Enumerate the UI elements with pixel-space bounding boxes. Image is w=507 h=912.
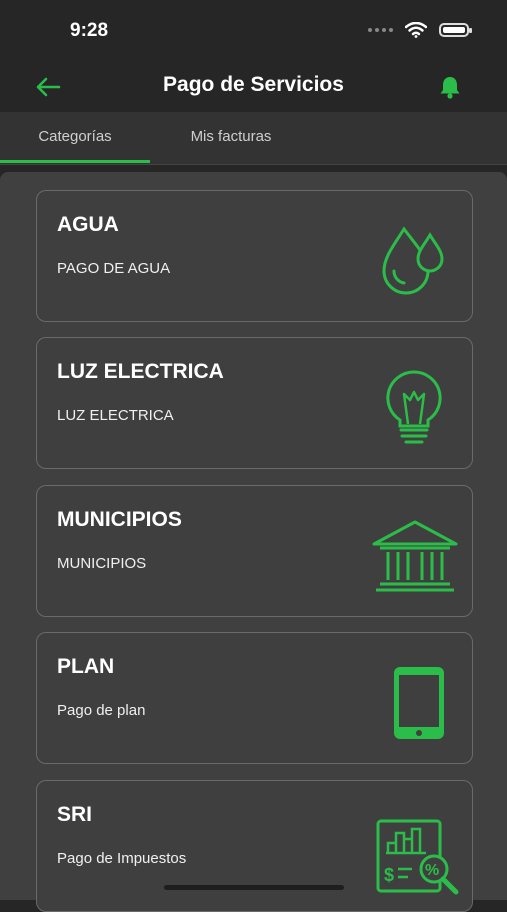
category-card-agua[interactable]: AGUA PAGO DE AGUA: [36, 190, 473, 322]
svg-text:$: $: [384, 865, 394, 885]
svg-text:%: %: [425, 862, 439, 879]
app-header: Pago de Servicios: [0, 62, 507, 112]
tab-categorias[interactable]: Categorías: [0, 112, 150, 164]
page-title: Pago de Servicios: [163, 73, 344, 96]
category-list: AGUA PAGO DE AGUA LUZ ELECTRICA LUZ ELEC…: [0, 172, 507, 912]
card-subtitle: Pago de plan: [57, 702, 146, 719]
category-card-luz-electrica[interactable]: LUZ ELECTRICA LUZ ELECTRICA: [36, 337, 473, 469]
bell-icon[interactable]: [437, 74, 463, 100]
battery-icon: [439, 23, 472, 37]
card-title: MUNICIPIOS: [57, 508, 182, 531]
lightbulb-icon: [386, 370, 442, 444]
tab-bar: Categorías Mis facturas: [0, 112, 507, 165]
active-tab-indicator: [0, 160, 150, 163]
category-card-municipios[interactable]: MUNICIPIOS MUNICIPIOS: [36, 485, 473, 617]
card-subtitle: PAGO DE AGUA: [57, 260, 171, 277]
tax-report-icon: $ %: [376, 819, 459, 895]
home-indicator: [164, 885, 344, 890]
card-title: SRI: [57, 803, 93, 826]
status-icons: [368, 22, 472, 38]
card-title: LUZ ELECTRICA: [57, 360, 224, 383]
water-drops-icon: [382, 226, 444, 295]
card-subtitle: LUZ ELECTRICA: [57, 407, 174, 424]
card-subtitle: MUNICIPIOS: [57, 555, 147, 572]
category-card-plan[interactable]: PLAN Pago de plan: [36, 632, 473, 764]
category-card-sri[interactable]: SRI Pago de Impuestos $ %: [36, 780, 473, 912]
status-time: 9:28: [70, 20, 109, 41]
signal-icon: [368, 28, 393, 32]
status-bar: 9:28: [0, 0, 507, 62]
building-columns-icon: [372, 520, 458, 592]
card-subtitle: Pago de Impuestos: [57, 850, 187, 867]
card-title: PLAN: [57, 655, 115, 678]
tab-mis-facturas[interactable]: Mis facturas: [150, 112, 312, 164]
smartphone-icon: [394, 667, 444, 739]
card-title: AGUA: [57, 213, 119, 236]
wifi-icon: [405, 22, 427, 38]
